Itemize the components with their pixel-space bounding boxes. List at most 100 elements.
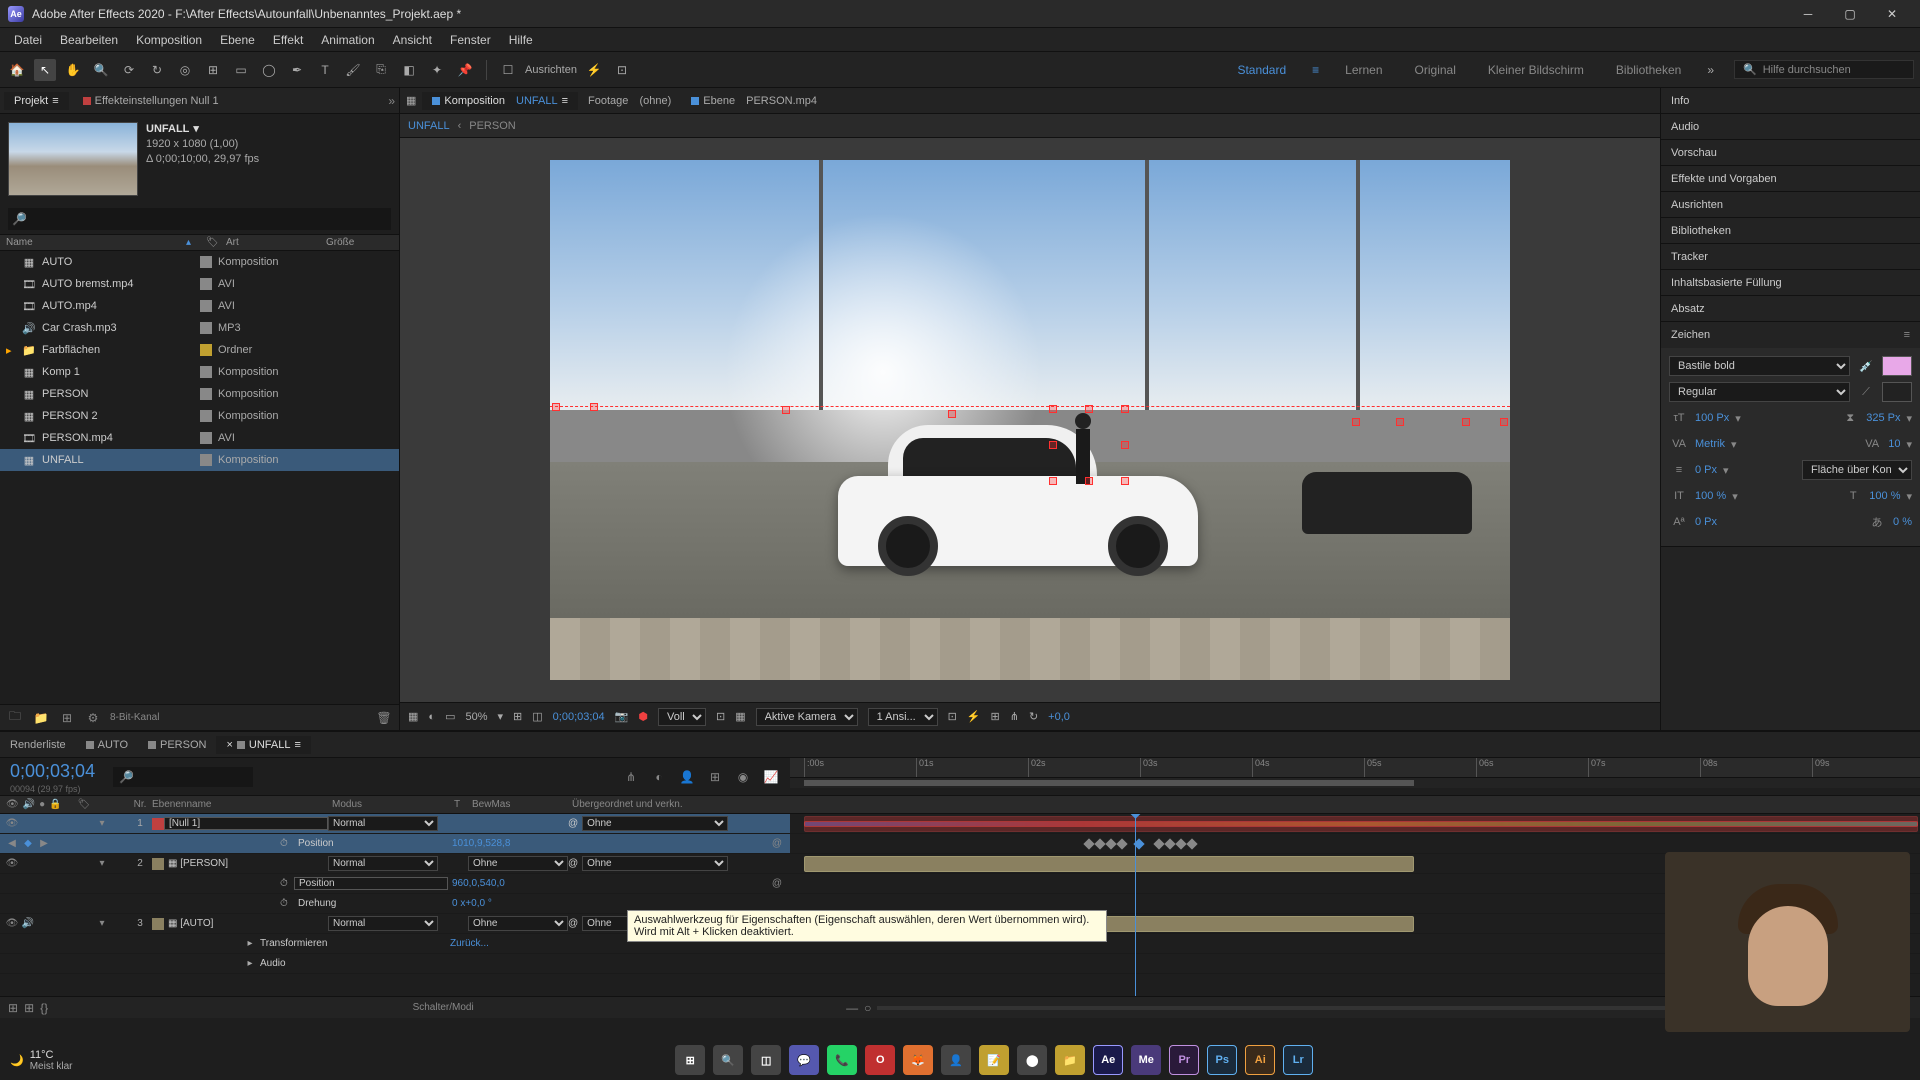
breadcrumb-person[interactable]: PERSON — [469, 120, 515, 132]
viewer-alpha-icon[interactable]: ▦ — [408, 710, 418, 723]
col-number[interactable]: Nr. — [128, 799, 152, 810]
project-search[interactable]: 🔎 — [8, 208, 391, 230]
baseline-value[interactable]: 0 Px — [1695, 516, 1717, 528]
views-select[interactable]: 1 Ansi... — [868, 708, 938, 726]
puppet-tool[interactable]: 📌 — [454, 59, 476, 81]
app-teams[interactable]: 💬 — [789, 1045, 819, 1075]
blend-mode-select[interactable]: Normal — [328, 916, 438, 931]
viewer-canvas[interactable] — [550, 160, 1510, 680]
prev-kf-icon[interactable]: ◀ — [6, 838, 18, 850]
col-name[interactable]: Name — [6, 237, 186, 248]
frame-blend-icon[interactable]: ⊞ — [704, 766, 726, 788]
stopwatch-icon[interactable]: ⏱ — [280, 898, 294, 909]
task-view[interactable]: ◫ — [751, 1045, 781, 1075]
zoom-out-icon[interactable]: — — [846, 1001, 858, 1015]
app-explorer[interactable]: 📁 — [1055, 1045, 1085, 1075]
hand-tool[interactable]: ✋ — [62, 59, 84, 81]
col-trkmat[interactable]: BewMas — [472, 799, 572, 810]
project-item[interactable]: ▸📁FarbflächenOrdner — [0, 339, 399, 361]
expression-pickwhip-icon[interactable]: @ — [772, 878, 790, 889]
tab-effekteinstellungen[interactable]: Effekteinstellungen Null 1 — [73, 92, 229, 110]
panel-audio[interactable]: Audio — [1661, 114, 1920, 140]
project-item[interactable]: ▦Komp 1Komposition — [0, 361, 399, 383]
tab-projekt[interactable]: Projekt ≡ — [4, 92, 69, 110]
col-parent[interactable]: Übergeordnet und verkn. — [572, 799, 732, 810]
menu-komposition[interactable]: Komposition — [128, 31, 210, 49]
app-lightroom[interactable]: Lr — [1283, 1045, 1313, 1075]
trash-icon[interactable]: 🗑 — [375, 709, 393, 727]
bit-depth-label[interactable]: 8-Bit-Kanal — [110, 712, 159, 723]
layer-color-label[interactable] — [152, 858, 164, 870]
visibility-toggle[interactable]: 👁 — [6, 918, 18, 930]
vscale-value[interactable]: 100 % — [1695, 490, 1726, 502]
weather-widget[interactable]: 🌙 11°C Meist klar — [10, 1049, 73, 1072]
pickwhip-icon[interactable]: @ — [568, 918, 578, 929]
col-mode[interactable]: Modus — [332, 799, 442, 810]
switches-modes-label[interactable]: Schalter/Modi — [48, 1002, 838, 1013]
stopwatch-icon[interactable]: ⏱ — [280, 878, 294, 889]
channel-icon[interactable]: ⬢ — [638, 710, 648, 723]
twirl-icon[interactable]: ▸ — [244, 938, 256, 949]
settings-icon[interactable]: ⚙ — [84, 709, 102, 727]
no-stroke-icon[interactable]: ⟋ — [1856, 382, 1876, 402]
expression-pickwhip-icon[interactable]: @ — [772, 838, 790, 849]
tab-komposition[interactable]: Komposition UNFALL ≡ — [422, 92, 578, 110]
rotate-tool[interactable]: ↻ — [146, 59, 168, 81]
timeline-search[interactable]: 🔎 — [113, 767, 253, 787]
project-item[interactable]: ▦AUTOKomposition — [0, 251, 399, 273]
menu-effekt[interactable]: Effekt — [265, 31, 311, 49]
tab-auto[interactable]: AUTO — [76, 736, 138, 754]
eyedropper-icon[interactable]: 💉 — [1856, 356, 1876, 376]
panel-tracker[interactable]: Tracker — [1661, 244, 1920, 270]
app-photoshop[interactable]: Ps — [1207, 1045, 1237, 1075]
prop-position-2[interactable]: ⏱ Position 960,0,540,0 @ — [0, 874, 790, 894]
twirl-icon[interactable]: ▾ — [96, 858, 108, 870]
viewer-mask-icon[interactable]: ▭ — [445, 710, 455, 723]
panel-absatz[interactable]: Absatz — [1661, 296, 1920, 322]
project-item[interactable]: 🎞PERSON.mp4AVI — [0, 427, 399, 449]
sort-indicator[interactable]: ▴ — [186, 237, 206, 248]
time-ruler[interactable]: :00s01s02s03s04s05s06s07s08s09s10s — [790, 758, 1920, 778]
add-kf-icon[interactable]: ◆ — [22, 838, 34, 850]
next-kf-icon[interactable]: ▶ — [38, 838, 50, 850]
parent-select[interactable]: Ohne — [582, 816, 728, 831]
col-label-icon[interactable]: 🏷 — [206, 237, 226, 248]
visibility-toggle[interactable]: 👁 — [6, 818, 18, 830]
draft-3d-icon[interactable]: ◐ — [648, 766, 670, 788]
layer-row-1[interactable]: 👁▾ 1 [Null 1] Normal @Ohne — [0, 814, 790, 834]
layer-name[interactable]: ▦ [AUTO] — [164, 918, 328, 929]
blend-mode-select[interactable]: Normal — [328, 816, 438, 831]
text-tool[interactable]: T — [314, 59, 336, 81]
exposure-value[interactable]: +0,0 — [1048, 711, 1070, 723]
tsume-value[interactable]: 0 % — [1893, 516, 1912, 528]
timeline-icon[interactable]: ⊞ — [991, 710, 1000, 723]
lock-header-icon[interactable]: 🔒 — [49, 799, 61, 810]
search-button[interactable]: 🔍 — [713, 1045, 743, 1075]
project-item[interactable]: 🔊Car Crash.mp3MP3 — [0, 317, 399, 339]
twirl-icon[interactable]: ▾ — [96, 818, 108, 830]
roi-icon[interactable]: ⊡ — [716, 710, 725, 723]
snap-options[interactable]: ⚡ — [583, 59, 605, 81]
playhead[interactable] — [1135, 814, 1136, 996]
eye-header-icon[interactable]: 👁 — [6, 799, 19, 810]
blend-mode-select[interactable]: Normal — [328, 856, 438, 871]
prop-position-1[interactable]: ◀◆▶ ⏱ Position 1010,9,528,8 @ — [0, 834, 790, 854]
brush-tool[interactable]: 🖌 — [342, 59, 364, 81]
menu-bearbeiten[interactable]: Bearbeiten — [52, 31, 126, 49]
transparency-icon[interactable]: ▦ — [735, 710, 745, 723]
project-item[interactable]: 🎞AUTO bremst.mp4AVI — [0, 273, 399, 295]
panel-bibliotheken[interactable]: Bibliotheken — [1661, 218, 1920, 244]
pickwhip-icon[interactable]: @ — [568, 858, 578, 869]
workspace-overflow[interactable]: » — [1707, 63, 1714, 77]
breadcrumb-unfall[interactable]: UNFALL — [408, 120, 450, 132]
menu-fenster[interactable]: Fenster — [442, 31, 499, 49]
app-opera[interactable]: O — [865, 1045, 895, 1075]
col-t[interactable]: T — [442, 799, 472, 810]
composition-viewer[interactable] — [400, 138, 1660, 702]
trkmat-select[interactable]: Ohne — [468, 856, 568, 871]
app-premiere[interactable]: Pr — [1169, 1045, 1199, 1075]
app-media-encoder[interactable]: Me — [1131, 1045, 1161, 1075]
leading-value[interactable]: 325 Px — [1866, 412, 1900, 424]
audio-toggle[interactable]: 🔊 — [22, 918, 34, 930]
tab-unfall[interactable]: × UNFALL ≡ — [216, 736, 310, 754]
